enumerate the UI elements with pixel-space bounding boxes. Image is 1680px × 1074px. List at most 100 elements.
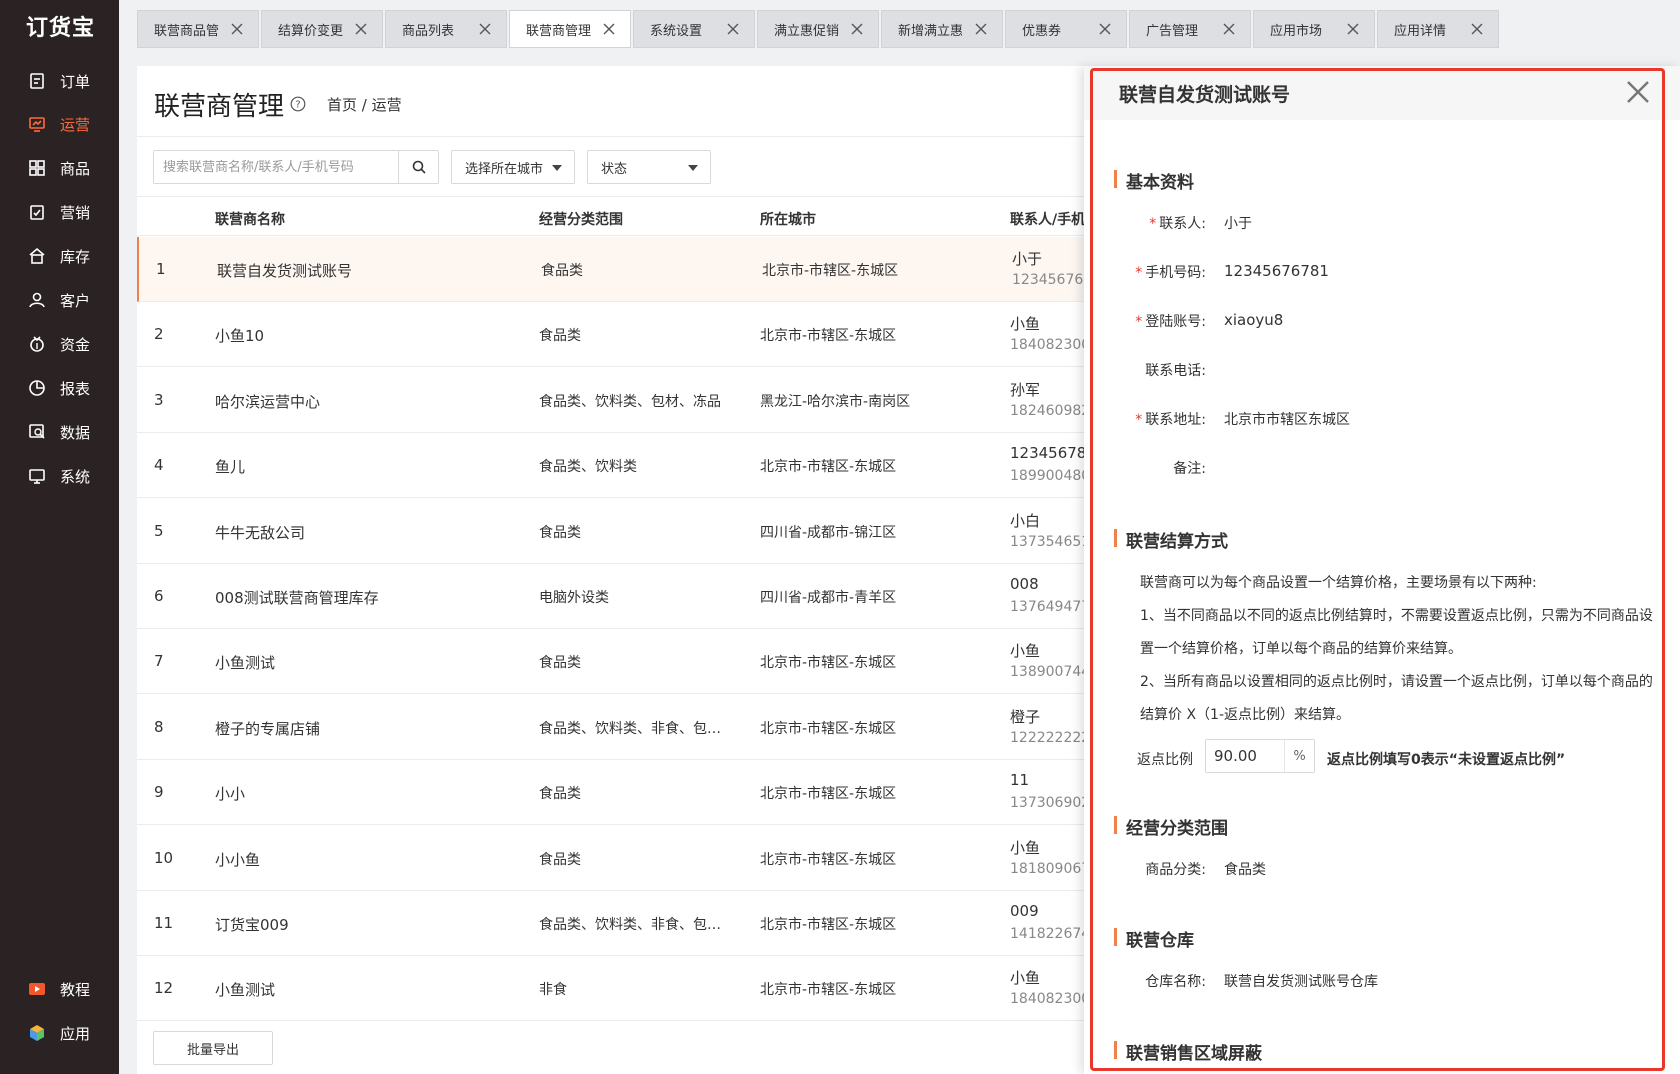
close-icon[interactable] (230, 22, 244, 36)
status-select-label: 状态 (601, 161, 628, 177)
close-icon[interactable] (726, 22, 740, 36)
sidebar-item-label: 资金 (60, 335, 91, 354)
settlement-description: 结算价 X（1-返点比例）来结算。 (1140, 707, 1350, 723)
tab-settlement-change[interactable]: 结算价变更 (261, 10, 383, 48)
order-icon (30, 73, 44, 89)
contact-name: 小鱼 (1010, 315, 1041, 334)
sidebar-item-label: 订单 (60, 72, 91, 91)
sidebar-item-label: 商品 (60, 159, 91, 178)
tutorial-icon (29, 983, 45, 995)
search-button[interactable] (398, 151, 438, 183)
city: 北京市-市辖区-东城区 (760, 328, 897, 345)
sidebar-item-label: 系统 (60, 467, 91, 486)
close-icon[interactable] (354, 22, 368, 36)
merchant-name: 订货宝009 (215, 916, 289, 934)
report-icon (29, 380, 45, 396)
login-account-value: xiaoyu8 (1224, 311, 1284, 329)
close-icon[interactable] (1346, 22, 1360, 36)
sidebar-item-label: 客户 (60, 291, 91, 310)
sidebar-item-label: 应用 (60, 1024, 91, 1043)
search-input[interactable] (154, 151, 398, 183)
contact-name: 12345678 (1010, 444, 1087, 463)
batch-export-button[interactable]: 批量导出 (153, 1031, 273, 1065)
row-number: 2 (154, 325, 164, 344)
funds-icon (30, 336, 44, 352)
tab-joint-goods[interactable]: 联营商品管 (137, 10, 259, 48)
contact-name: 小白 (1010, 511, 1041, 530)
sidebar-item-operation[interactable]: 运营 (0, 104, 119, 144)
row-number: 8 (154, 717, 164, 736)
system-icon (29, 469, 45, 484)
city: 北京市-市辖区-东城区 (760, 917, 897, 933)
sidebar-item-goods[interactable]: 商品 (0, 148, 119, 188)
tab-joint-merchant-management[interactable]: 联营商管理 (509, 10, 631, 48)
close-icon[interactable] (974, 22, 988, 36)
search-icon (412, 160, 426, 174)
city: 北京市-市辖区-东城区 (760, 720, 897, 737)
sidebar-item-reports[interactable]: 报表 (0, 368, 119, 408)
sidebar-item-data[interactable]: 数据 (0, 412, 119, 452)
column-header[interactable]: 经营分类范围 (539, 209, 623, 229)
city-select[interactable]: 选择所在城市 (451, 150, 575, 184)
close-icon[interactable] (602, 22, 616, 36)
close-icon[interactable] (1222, 22, 1236, 36)
sidebar-item-tutorial[interactable]: 教程 (0, 969, 119, 1009)
city: 北京市-市辖区-东城区 (760, 786, 897, 803)
city: 北京市-市辖区-东城区 (762, 263, 899, 279)
contact-name: 橙子 (1010, 707, 1041, 726)
sidebar-item-customers[interactable]: 客户 (0, 280, 119, 320)
section-title-region-block: 联营销售区域屏蔽 (1114, 1039, 1262, 1064)
section-title-basic: 基本资料 (1114, 168, 1194, 193)
percent-unit: % (1284, 740, 1314, 772)
contact-name: 小鱼 (1010, 642, 1041, 661)
merchant-name: 哈尔滨运营中心 (215, 392, 321, 411)
merchant-name: 小小 (215, 785, 246, 804)
tab-promotion[interactable]: 满立惠促销 (757, 10, 879, 48)
tab-new-promotion[interactable]: 新增满立惠 (881, 10, 1003, 48)
tab-coupons[interactable]: 优惠券 (1005, 10, 1127, 48)
help-icon[interactable]: ? (290, 96, 306, 112)
merchant-name: 008测试联营商管理库存 (215, 589, 379, 607)
tab-bar: 联营商品管 结算价变更 商品列表 联营商管理 系统设置 满立惠促销 新增满立惠 … (119, 0, 1680, 50)
apps-icon (30, 1025, 44, 1041)
app-logo: 订货宝 (26, 16, 96, 41)
close-icon[interactable] (478, 22, 492, 36)
sidebar-item-system[interactable]: 系统 (0, 456, 119, 496)
sidebar-item-funds[interactable]: 资金 (0, 324, 119, 364)
sidebar-item-apps[interactable]: 应用 (0, 1013, 119, 1053)
city: 四川省-成都市-青羊区 (760, 590, 897, 606)
column-header[interactable]: 所在城市 (760, 209, 816, 229)
tab-app-detail[interactable]: 应用详情 (1377, 10, 1499, 48)
tab-app-market[interactable]: 应用市场 (1253, 10, 1375, 48)
merchant-name: 小鱼测试 (215, 654, 276, 673)
category-scope: 食品类、饮料类、非食、包… (539, 720, 721, 737)
merchant-name: 鱼儿 (215, 458, 246, 477)
close-icon[interactable] (1098, 22, 1112, 36)
sidebar-item-marketing[interactable]: 营销 (0, 192, 119, 232)
column-header[interactable]: 联营商名称 (215, 209, 285, 229)
category-scope: 电脑外设类 (539, 590, 609, 606)
sidebar-item-label: 数据 (60, 423, 91, 442)
category-scope: 食品类 (541, 263, 583, 279)
merchant-name: 牛牛无敌公司 (215, 523, 306, 542)
category-scope: 非食 (539, 982, 567, 999)
rebate-label: 返点比例 (1137, 752, 1193, 768)
tab-goods-list[interactable]: 商品列表 (385, 10, 507, 48)
merchant-detail-drawer: 联营自发货测试账号 基本资料 * 联系人: 小于 * 手机号码: 123456767… (1084, 66, 1680, 1074)
row-number: 3 (154, 390, 164, 409)
tab-system-settings[interactable]: 系统设置 (633, 10, 755, 48)
breadcrumb[interactable]: 首页 / 运营 (327, 94, 402, 115)
sidebar-item-inventory[interactable]: 库存 (0, 236, 119, 276)
column-header[interactable]: 联系人/手机 (1010, 209, 1085, 229)
close-icon[interactable] (1470, 22, 1484, 36)
tab-ads[interactable]: 广告管理 (1129, 10, 1251, 48)
row-number: 4 (154, 456, 164, 475)
close-icon[interactable] (850, 22, 864, 36)
rebate-hint: 返点比例填写0表示“未设置返点比例” (1327, 752, 1566, 768)
row-number: 11 (154, 914, 174, 932)
drawer-title: 联营自发货测试账号 (1119, 84, 1291, 106)
status-select[interactable]: 状态 (587, 150, 711, 184)
rebate-input[interactable] (1206, 740, 1284, 772)
close-icon[interactable] (1624, 78, 1652, 106)
sidebar-item-orders[interactable]: 订单 (0, 61, 119, 101)
